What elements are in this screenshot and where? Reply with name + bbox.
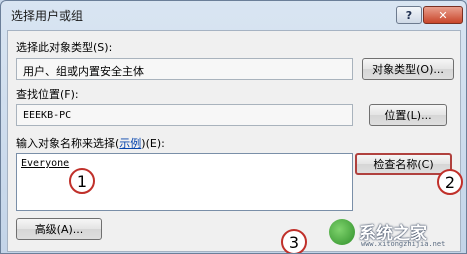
object-names-value: Everyone [21,158,70,169]
locations-button[interactable]: 位置(L)... [369,104,447,126]
select-users-dialog: 选择用户或组 ? ✕ 选择此对象类型(S): 用户、组或内置安全主体 对象类型(… [0,0,467,254]
close-icon: ✕ [438,8,448,22]
dialog-title: 选择用户或组 [11,9,84,23]
watermark-logo: 系统之家 www.xitongzhijia.net [323,215,466,253]
check-names-button[interactable]: 检查名称(C) [355,153,452,175]
callout-1: 1 [69,168,95,194]
logo-icon [329,219,355,245]
object-types-button[interactable]: 对象类型(O)... [362,58,454,80]
object-names-label-prefix: 输入对象名称来选择( [16,137,120,150]
object-names-input[interactable]: Everyone [16,153,353,211]
examples-link[interactable]: 示例 [119,137,141,150]
help-button[interactable]: ? [396,6,422,24]
object-names-label: 输入对象名称来选择(示例)(E): [16,135,165,151]
callout-2: 2 [437,169,463,195]
title-bar: 选择用户或组 ? ✕ [1,1,466,29]
object-type-field: 用户、组或内置安全主体 [16,58,353,80]
advanced-button[interactable]: 高级(A)... [16,218,102,240]
object-names-label-suffix: )(E): [141,137,165,150]
location-field: EEEKB-PC [16,104,353,126]
location-label: 查找位置(F): [16,88,79,101]
watermark-site: www.xitongzhijia.net [361,240,446,248]
callout-3: 3 [281,229,307,253]
object-type-label: 选择此对象类型(S): [16,41,113,54]
close-button[interactable]: ✕ [423,6,463,24]
help-icon: ? [405,8,413,22]
